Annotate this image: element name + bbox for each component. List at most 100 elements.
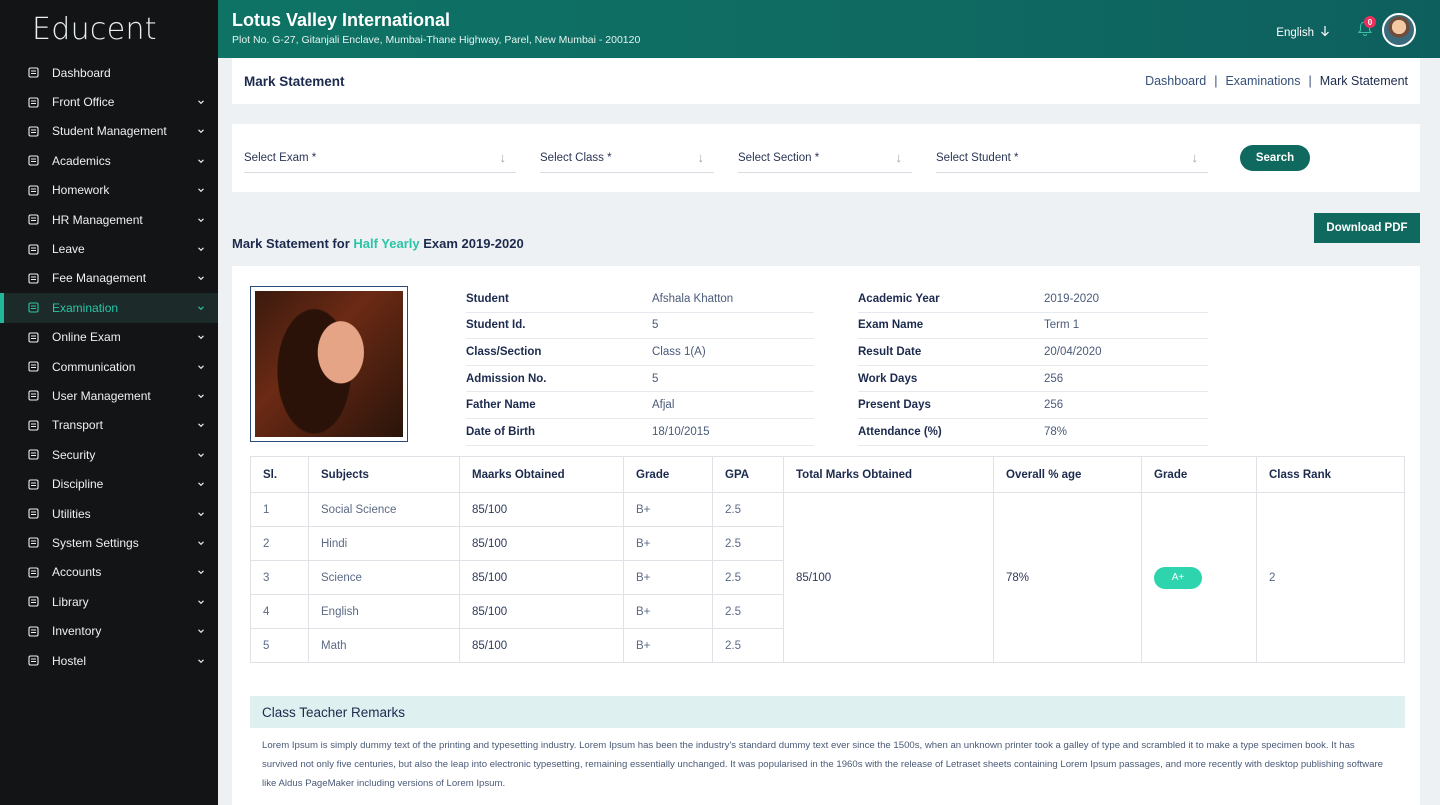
table-cell: Science bbox=[308, 560, 460, 595]
info-label: Student Id. bbox=[466, 319, 526, 332]
chevron-down-icon bbox=[196, 509, 206, 519]
student-icon bbox=[26, 124, 40, 138]
table-cell: B+ bbox=[623, 594, 713, 629]
download-pdf-button[interactable]: Download PDF bbox=[1314, 213, 1420, 243]
notification-badge: 0 bbox=[1364, 16, 1376, 28]
sidebar-item-label: Transport bbox=[52, 418, 103, 433]
table-cell: 85/100 bbox=[459, 628, 624, 663]
sidebar-item-system-settings[interactable]: System Settings bbox=[0, 528, 218, 557]
overall-grade-cell: A+ bbox=[1141, 492, 1257, 663]
table-cell: B+ bbox=[623, 560, 713, 595]
breadcrumb-current: Mark Statement bbox=[1319, 74, 1408, 88]
sidebar-item-online-exam[interactable]: Online Exam bbox=[0, 323, 218, 352]
info-value: 20/04/2020 bbox=[1044, 345, 1102, 358]
sidebar-item-transport[interactable]: Transport bbox=[0, 411, 218, 440]
sidebar-item-examination[interactable]: Examination bbox=[0, 293, 218, 323]
info-value: 256 bbox=[1044, 399, 1064, 412]
library-icon bbox=[26, 595, 40, 609]
user-avatar[interactable] bbox=[1382, 13, 1416, 47]
sidebar-nav: Dashboard Front Office Student Management A… bbox=[0, 58, 218, 675]
sidebar-item-label: HR Management bbox=[52, 212, 143, 227]
sidebar-item-academics[interactable]: Academics bbox=[0, 146, 218, 175]
sidebar-item-leave[interactable]: Leave bbox=[0, 234, 218, 263]
sidebar-item-label: User Management bbox=[52, 388, 151, 403]
fee-icon bbox=[26, 271, 40, 285]
sidebar-item-utilities[interactable]: Utilities bbox=[0, 499, 218, 528]
breadcrumb: Dashboard | Examinations | Mark Statemen… bbox=[1145, 74, 1408, 88]
info-label: Academic Year bbox=[858, 292, 940, 305]
select-exam[interactable]: Select Exam * ↓ bbox=[244, 143, 516, 173]
school-address: Plot No. G-27, Gitanjali Enclave, Mumbai… bbox=[232, 34, 641, 46]
sidebar-item-library[interactable]: Library bbox=[0, 587, 218, 616]
sidebar-item-fee-management[interactable]: Fee Management bbox=[0, 264, 218, 293]
select-exam-label: Select Exam * bbox=[244, 151, 317, 164]
chevron-down-icon bbox=[196, 185, 206, 195]
breadcrumb-dashboard[interactable]: Dashboard bbox=[1145, 74, 1206, 88]
info-label: Class/Section bbox=[466, 345, 542, 358]
info-value: 256 bbox=[1044, 372, 1064, 385]
info-label: Result Date bbox=[858, 345, 922, 358]
table-cell: 5 bbox=[250, 628, 309, 663]
brand-logo[interactable]: Educent bbox=[0, 0, 218, 58]
student-info-right: Academic Year 2019-2020 Exam Name Term 1 Res… bbox=[858, 286, 1208, 446]
sidebar-item-hr-management[interactable]: HR Management bbox=[0, 205, 218, 234]
sidebar-item-communication[interactable]: Communication bbox=[0, 352, 218, 381]
select-class-label: Select Class * bbox=[540, 151, 612, 164]
chevron-down-icon bbox=[196, 450, 206, 460]
sidebar-item-hostel[interactable]: Hostel bbox=[0, 646, 218, 675]
arrow-down-icon: ↓ bbox=[1191, 150, 1199, 165]
arrow-down-icon: ↓ bbox=[697, 150, 705, 165]
homework-icon bbox=[26, 183, 40, 197]
select-class[interactable]: Select Class * ↓ bbox=[540, 143, 714, 173]
communication-icon bbox=[26, 360, 40, 374]
statement-heading-exam: Half Yearly bbox=[353, 236, 420, 251]
student-info-left: Student Afshala Khatton Student Id. 5 Class/… bbox=[466, 286, 814, 446]
table-cell: 85/100 bbox=[459, 560, 624, 595]
sidebar-item-label: Dashboard bbox=[52, 65, 111, 80]
sidebar-item-front-office[interactable]: Front Office bbox=[0, 87, 218, 116]
hostel-icon bbox=[26, 654, 40, 668]
breadcrumb-separator: | bbox=[1308, 74, 1312, 88]
sidebar-item-label: Utilities bbox=[52, 506, 91, 521]
sidebar-item-discipline[interactable]: Discipline bbox=[0, 469, 218, 498]
sidebar-item-label: Communication bbox=[52, 359, 136, 374]
sidebar-item-dashboard[interactable]: Dashboard bbox=[0, 58, 218, 87]
table-cell: Math bbox=[308, 628, 460, 663]
student-info-row: Attendance (%) 78% bbox=[858, 419, 1208, 446]
breadcrumb-examinations[interactable]: Examinations bbox=[1225, 74, 1300, 88]
breadcrumb-separator: | bbox=[1214, 74, 1218, 88]
table-cell: B+ bbox=[623, 628, 713, 663]
col-header: Subjects bbox=[308, 456, 460, 493]
sidebar-item-homework[interactable]: Homework bbox=[0, 176, 218, 205]
info-label: Work Days bbox=[858, 372, 918, 385]
select-student[interactable]: Select Student * ↓ bbox=[936, 143, 1208, 173]
sidebar-item-security[interactable]: Security bbox=[0, 440, 218, 469]
sidebar-item-user-management[interactable]: User Management bbox=[0, 381, 218, 410]
student-info-row: Student Id. 5 bbox=[466, 313, 814, 340]
arrow-down-icon: ↓ bbox=[499, 150, 507, 165]
table-cell: Hindi bbox=[308, 526, 460, 561]
table-cell: 2.5 bbox=[712, 560, 784, 595]
sidebar-item-label: Student Management bbox=[52, 124, 167, 139]
student-info-row: Result Date 20/04/2020 bbox=[858, 339, 1208, 366]
sidebar-item-student-management[interactable]: Student Management bbox=[0, 117, 218, 146]
chevron-down-icon bbox=[196, 567, 206, 577]
inventory-icon bbox=[26, 624, 40, 638]
discipline-icon bbox=[26, 477, 40, 491]
language-selector[interactable]: English bbox=[1276, 25, 1330, 40]
search-button[interactable]: Search bbox=[1240, 145, 1310, 171]
sidebar-item-label: Security bbox=[52, 447, 96, 462]
info-label: Date of Birth bbox=[466, 425, 535, 438]
select-section[interactable]: Select Section * ↓ bbox=[738, 143, 912, 173]
table-cell: 2.5 bbox=[712, 628, 784, 663]
sidebar-item-accounts[interactable]: Accounts bbox=[0, 558, 218, 587]
chevron-down-icon bbox=[196, 332, 206, 342]
sidebar-item-inventory[interactable]: Inventory bbox=[0, 616, 218, 645]
table-cell: 2 bbox=[250, 526, 309, 561]
main-content: Mark Statement Dashboard | Examinations … bbox=[232, 58, 1420, 805]
table-cell: 1 bbox=[250, 492, 309, 527]
academics-icon bbox=[26, 154, 40, 168]
student-info-row: Admission No. 5 bbox=[466, 366, 814, 393]
mark-statement-sheet: Student Afshala Khatton Student Id. 5 Class/… bbox=[232, 266, 1420, 805]
student-info-row: Academic Year 2019-2020 bbox=[858, 286, 1208, 313]
